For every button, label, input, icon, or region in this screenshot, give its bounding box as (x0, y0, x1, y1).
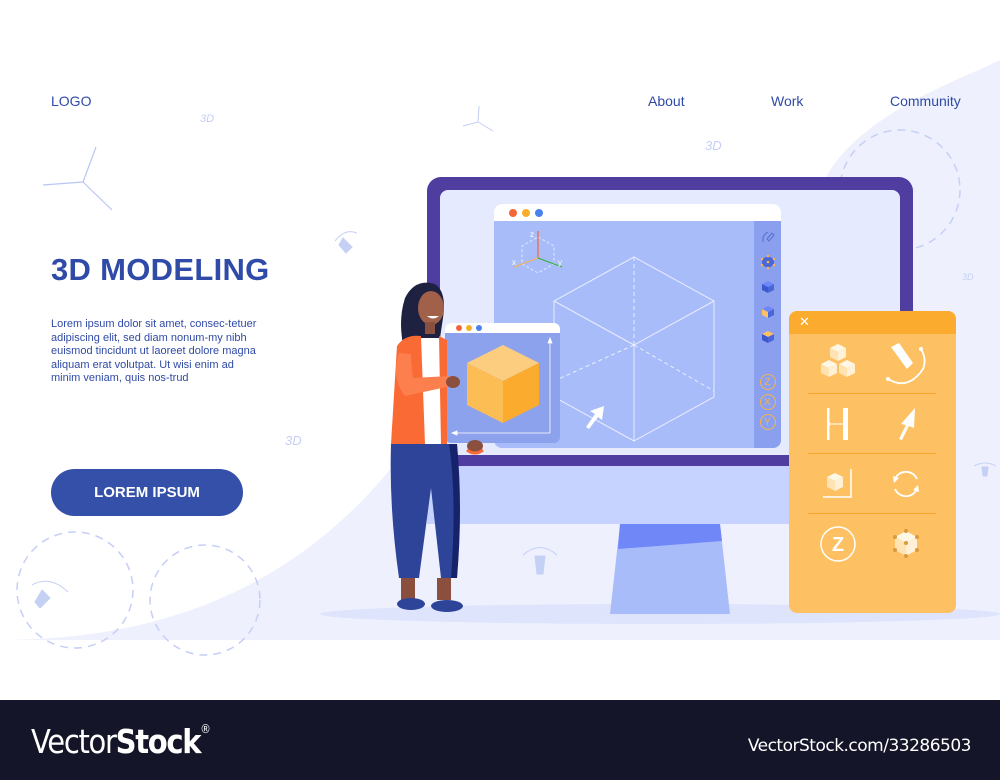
brand-bold: Stock (115, 722, 202, 761)
pen-tool-icon[interactable] (758, 227, 778, 247)
rotate-icon[interactable] (876, 459, 936, 509)
x-axis-label: x (512, 258, 516, 267)
decor-3d-label: 3D (705, 138, 722, 153)
hero-title: 3D MODELING (51, 252, 270, 287)
tool-row (808, 394, 936, 454)
registered-mark: ® (200, 722, 211, 736)
close-dot[interactable] (509, 208, 517, 217)
image-id: VectorStock.com/33286503 (747, 736, 972, 756)
cube-vertices-icon[interactable] (876, 519, 936, 569)
pen-tool-decor (31, 580, 69, 609)
axis-y-button[interactable]: Y (759, 414, 776, 430)
cube-axes-icon[interactable] (808, 459, 868, 509)
tools-grid: Z (808, 334, 936, 574)
tool-row (808, 454, 936, 514)
z-axis-icon[interactable]: Z (808, 519, 868, 569)
decor-3d-label: 3D (285, 433, 302, 448)
vertex-select-icon[interactable] (758, 252, 778, 272)
brand-light: Vector (31, 722, 117, 761)
nav-link-work[interactable]: Work (771, 93, 803, 109)
width-measure-icon[interactable] (808, 399, 868, 449)
nav-link-about[interactable]: About (648, 93, 685, 109)
minimize-dot[interactable] (522, 208, 530, 217)
decor-3d-label: 3D (962, 272, 974, 282)
pen-tool-decor (334, 231, 358, 254)
x-axis-line (513, 257, 539, 268)
app-tool-sidebar: Z X Y (754, 221, 781, 448)
axis-gizmo: z x y (512, 230, 563, 274)
footer-brand: VectorStock® (31, 722, 211, 761)
logo[interactable]: LOGO (51, 93, 91, 109)
z-axis-label: z (530, 230, 534, 239)
face-select-icon[interactable] (758, 302, 778, 322)
cursor-arrow-icon (586, 406, 604, 429)
cubes-stack-icon[interactable] (808, 339, 868, 389)
svg-text:Z: Z (832, 534, 844, 556)
footer-bar: VectorStock® VectorStock.com/33286503 (0, 700, 1000, 780)
hero-description: Lorem ipsum dolor sit amet, consec-tetue… (51, 318, 257, 385)
axis-z-button[interactable]: Z (759, 374, 776, 390)
cursor-pointer-icon[interactable] (876, 399, 936, 449)
axis-gizmo-decor (42, 146, 113, 211)
axis-gizmo-decor-small (462, 105, 494, 132)
tool-row: Z (808, 514, 936, 574)
cta-button[interactable]: LOREM IPSUM (51, 469, 243, 516)
pen-curve-icon[interactable] (876, 339, 936, 389)
monitor-stand (610, 524, 730, 614)
person-illustration (390, 282, 484, 612)
maximize-dot[interactable] (535, 208, 543, 217)
axis-x-button[interactable]: X (759, 394, 776, 410)
nav-link-community[interactable]: Community (890, 93, 961, 109)
tool-row (808, 334, 936, 394)
dashed-circle (16, 531, 134, 649)
close-icon[interactable]: ✕ (799, 314, 810, 330)
solid-cube-icon[interactable] (758, 277, 778, 297)
top-face-select-icon[interactable] (758, 327, 778, 347)
y-axis-label: y (558, 258, 562, 267)
decor-3d-label: 3D (200, 113, 215, 125)
wireframe-cube (553, 256, 715, 442)
app-titlebar (494, 204, 781, 221)
landing-page: 3D 3D 3D 3D LOGO About Work Community 3D… (0, 0, 1000, 700)
tools-panel-header: ✕ (789, 311, 956, 334)
tools-panel: ✕ Z (789, 311, 956, 613)
